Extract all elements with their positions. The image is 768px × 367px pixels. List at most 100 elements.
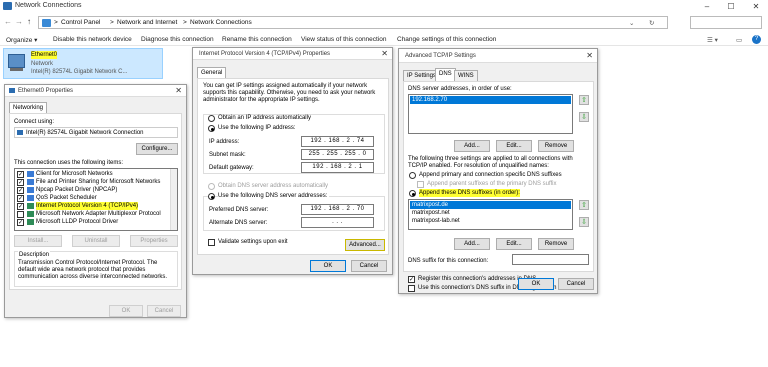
adapter-status: Network — [31, 61, 54, 67]
auto-dns-radio[interactable] — [208, 183, 215, 190]
checkbox[interactable]: ✓ — [17, 171, 24, 178]
ok-button[interactable]: OK — [109, 305, 143, 317]
auto-ip-radio[interactable] — [208, 115, 215, 122]
breadcrumb-network-connections[interactable]: Network Connections — [190, 19, 252, 26]
alternate-dns-field[interactable]: . . . — [301, 217, 374, 228]
tab-networking[interactable]: Networking — [9, 102, 48, 113]
maximize-button[interactable]: ☐ — [720, 0, 742, 13]
install-button[interactable]: Install... — [14, 235, 62, 247]
network-connections-icon — [3, 2, 12, 10]
search-input[interactable] — [690, 16, 762, 29]
adapter-ethernet0[interactable]: Ethernet0 Network Intel(R) 82574L Gigabi… — [3, 48, 163, 79]
append-parent-checkbox[interactable] — [417, 181, 424, 188]
suffix-edit-button[interactable]: Edit... — [496, 238, 532, 250]
append-these-radio[interactable] — [409, 190, 416, 197]
ipv4-properties-dialog: Internet Protocol Version 4 (TCP/IPv4) P… — [192, 47, 393, 275]
dns-add-button[interactable]: Add... — [454, 140, 490, 152]
subnet-mask-label: Subnet mask: — [209, 152, 246, 158]
dns-suffix-list[interactable]: matrixpost.de matrixpost.net matrixpost-… — [408, 199, 573, 230]
checkbox[interactable]: ✓ — [17, 195, 24, 202]
uninstall-button[interactable]: Uninstall — [72, 235, 120, 247]
move-down-icon[interactable]: ⇩ — [579, 217, 589, 227]
use-dns-radio[interactable] — [208, 193, 215, 200]
move-up-icon[interactable]: ⇧ — [579, 95, 589, 105]
cancel-button[interactable]: Cancel — [351, 260, 387, 272]
view-options-icon[interactable]: ☰ ▾ — [707, 36, 718, 44]
append-primary-radio[interactable] — [409, 172, 416, 179]
use-ip-label: Use the following IP address: — [218, 124, 298, 132]
subnet-mask-field[interactable]: 255 . 255 . 255 . 0 — [301, 149, 374, 160]
list-item[interactable]: 192.168.2.70 — [410, 96, 571, 104]
preview-pane-icon[interactable]: ▭ — [736, 36, 742, 44]
refresh-icon[interactable]: ↻ — [649, 19, 654, 27]
diagnose-button[interactable]: Diagnose this connection — [141, 36, 214, 43]
checkbox[interactable]: ✓ — [17, 219, 24, 226]
dns-servers-label: DNS server addresses, in order of use: — [408, 86, 512, 92]
close-button[interactable]: ✕ — [745, 0, 767, 13]
list-item[interactable]: matrixpost.net — [410, 209, 450, 217]
validate-checkbox[interactable] — [208, 239, 215, 246]
adv-ok-button[interactable]: OK — [518, 278, 554, 290]
gateway-field[interactable]: 192 . 168 . 2 . 1 — [301, 162, 374, 173]
ip-address-field[interactable]: 192 . 168 . 2 . 74 — [301, 136, 374, 147]
alternate-dns-label: Alternate DNS server: — [209, 220, 268, 226]
dns-remove-button[interactable]: Remove — [538, 140, 574, 152]
forward-button[interactable]: → — [15, 17, 23, 26]
device-name: Intel(R) 82574L Gigabit Network Connecti… — [26, 130, 144, 136]
use-suffix-checkbox[interactable] — [408, 285, 415, 292]
help-icon[interactable]: ? — [752, 35, 761, 44]
tab-wins[interactable]: WINS — [454, 70, 478, 81]
adv-cancel-button[interactable]: Cancel — [558, 278, 594, 290]
advanced-button[interactable]: Advanced... — [345, 239, 385, 251]
general-panel: You can get IP settings assigned automat… — [197, 78, 389, 255]
rename-button[interactable]: Rename this connection — [222, 36, 292, 43]
close-icon[interactable]: ✕ — [175, 86, 182, 95]
window-titlebar: Network Connections – ☐ ✕ — [0, 0, 768, 13]
move-down-icon[interactable]: ⇩ — [579, 112, 589, 122]
close-icon[interactable]: ✕ — [381, 49, 388, 58]
checkbox[interactable]: ✓ — [17, 179, 24, 186]
register-checkbox[interactable]: ✓ — [408, 276, 415, 283]
organize-button[interactable]: Organize ▾ — [6, 36, 37, 44]
service-icon — [27, 187, 34, 193]
checkbox[interactable]: ✓ — [17, 203, 24, 210]
checkbox[interactable] — [17, 211, 24, 218]
disable-device-button[interactable]: Disable this network device — [53, 36, 132, 43]
items-label: This connection uses the following items… — [14, 160, 124, 166]
suffix-remove-button[interactable]: Remove — [538, 238, 574, 250]
up-button[interactable]: ↑ — [27, 17, 31, 26]
auto-dns-label: Obtain DNS server address automatically — [218, 183, 329, 189]
use-ip-radio[interactable] — [208, 125, 215, 132]
breadcrumb-network-internet[interactable]: Network and Internet — [117, 19, 177, 26]
dns-edit-button[interactable]: Edit... — [496, 140, 532, 152]
suffix-add-button[interactable]: Add... — [454, 238, 490, 250]
address-field[interactable]: > Control Panel > Network and Internet >… — [38, 16, 668, 29]
configure-button[interactable]: Configure... — [136, 143, 178, 155]
list-item[interactable]: matrixpost.de — [410, 201, 571, 209]
chevron-down-icon[interactable]: ⌄ — [629, 19, 634, 27]
validate-label: Validate settings upon exit — [218, 239, 288, 245]
move-up-icon[interactable]: ⇧ — [579, 200, 589, 210]
properties-button[interactable]: Properties — [130, 235, 178, 247]
tab-dns[interactable]: DNS — [435, 68, 456, 81]
dns-server-list[interactable]: 192.168.2.70 — [408, 94, 573, 134]
view-status-button[interactable]: View status of this connection — [301, 36, 387, 43]
close-icon[interactable]: ✕ — [586, 51, 593, 60]
minimize-button[interactable]: – — [696, 0, 718, 13]
ok-button[interactable]: OK — [310, 260, 346, 272]
intro-text: You can get IP settings assigned automat… — [203, 83, 376, 103]
components-list[interactable]: ✓ Client for Microsoft Networks ✓ File and… — [14, 168, 178, 231]
breadcrumb-control-panel[interactable]: Control Panel — [61, 19, 100, 26]
tab-general[interactable]: General — [197, 67, 227, 78]
dns-suffix-input[interactable] — [512, 254, 589, 265]
list-scrollbar[interactable] — [170, 169, 177, 230]
list-item[interactable]: matrixpost-lab.net — [410, 217, 460, 225]
client-icon — [27, 171, 34, 177]
cancel-button[interactable]: Cancel — [147, 305, 181, 317]
checkbox[interactable]: ✓ — [17, 187, 24, 194]
change-settings-button[interactable]: Change settings of this connection — [397, 36, 496, 43]
device-field: Intel(R) 82574L Gigabit Network Connecti… — [14, 127, 178, 138]
preferred-dns-field[interactable]: 192 . 168 . 2 . 70 — [301, 204, 374, 215]
back-button[interactable]: ← — [4, 17, 12, 26]
preferred-dns-label: Preferred DNS server: — [209, 207, 269, 213]
